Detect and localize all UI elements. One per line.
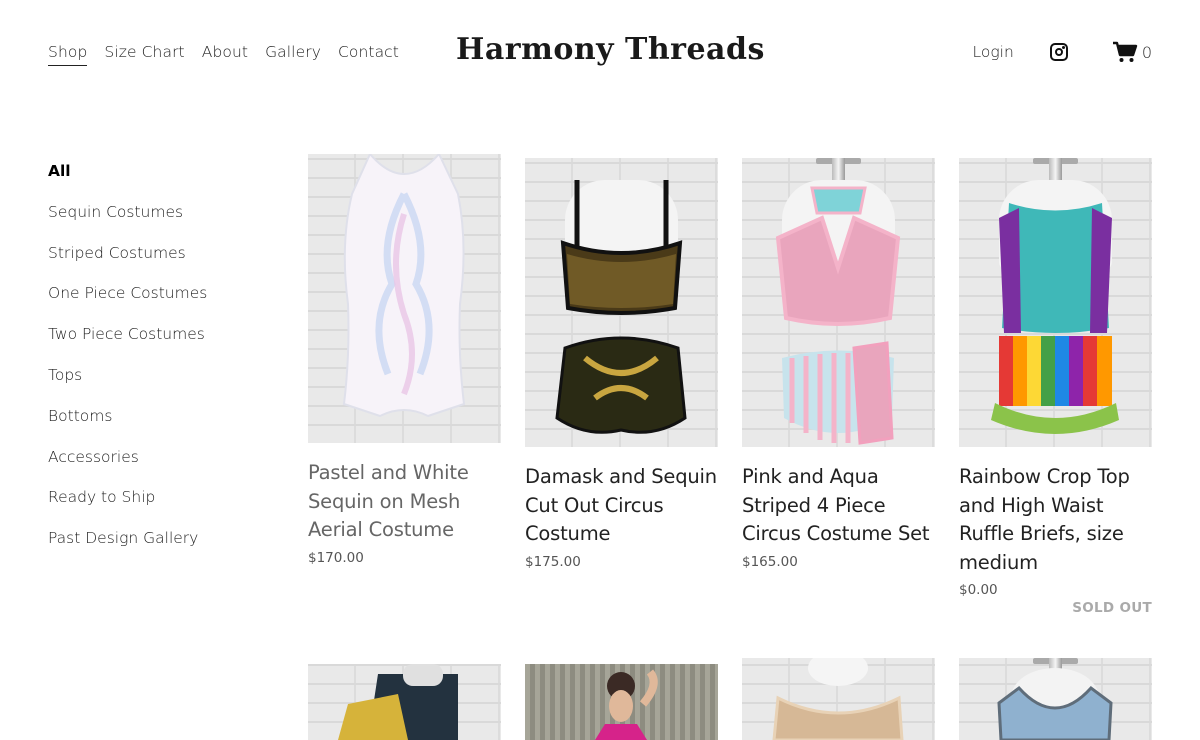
category-bottoms[interactable]: Bottoms	[48, 405, 207, 446]
product-image[interactable]	[959, 658, 1152, 740]
product-price: $0.00	[959, 582, 998, 598]
instagram-icon[interactable]	[1049, 43, 1068, 61]
product-card[interactable]: Damask and Sequin Cut Out Circus Costume…	[525, 158, 718, 570]
nav-gallery[interactable]: Gallery	[265, 43, 321, 66]
shopping-cart-icon	[1112, 41, 1138, 62]
product-card[interactable]	[308, 664, 501, 740]
product-price: $170.00	[308, 549, 364, 566]
category-all[interactable]: All	[48, 160, 207, 201]
site-logo[interactable]: Harmony Threads	[456, 32, 765, 67]
nav-about[interactable]: About	[202, 43, 248, 66]
nav-size-chart[interactable]: Size Chart	[104, 43, 184, 66]
category-sequin-costumes[interactable]: Sequin Costumes	[48, 201, 207, 242]
product-price: $165.00	[742, 553, 798, 570]
category-two-piece-costumes[interactable]: Two Piece Costumes	[48, 323, 207, 364]
product-title[interactable]: Rainbow Crop Top and High Waist Ruffle B…	[959, 463, 1152, 577]
product-image[interactable]	[742, 658, 935, 740]
main-nav: Shop Size Chart About Gallery Contact	[48, 43, 399, 66]
nav-shop[interactable]: Shop	[48, 43, 88, 66]
product-image[interactable]	[959, 158, 1152, 447]
product-card[interactable]: Pastel and White Sequin on Mesh Aerial C…	[308, 154, 501, 566]
product-price: $175.00	[525, 553, 581, 570]
product-title[interactable]: Pastel and White Sequin on Mesh Aerial C…	[308, 459, 501, 545]
product-title[interactable]: Pink and Aqua Striped 4 Piece Circus Cos…	[742, 463, 935, 549]
sold-out-badge: SOLD OUT	[1072, 600, 1152, 616]
category-ready-to-ship[interactable]: Ready to Ship	[48, 486, 207, 527]
nav-contact[interactable]: Contact	[338, 43, 399, 66]
product-card[interactable]	[959, 658, 1152, 740]
product-image[interactable]	[742, 158, 935, 447]
login-link[interactable]: Login	[973, 43, 1014, 61]
cart-button[interactable]: 0	[1112, 41, 1152, 63]
product-card[interactable]: Rainbow Crop Top and High Waist Ruffle B…	[959, 158, 1152, 616]
category-tops[interactable]: Tops	[48, 364, 207, 405]
category-sidebar: All Sequin Costumes Striped Costumes One…	[48, 160, 207, 568]
category-striped-costumes[interactable]: Striped Costumes	[48, 242, 207, 283]
product-image[interactable]	[308, 664, 501, 740]
category-accessories[interactable]: Accessories	[48, 446, 207, 487]
product-card[interactable]	[525, 664, 718, 740]
product-card[interactable]	[742, 658, 935, 740]
product-image[interactable]	[308, 154, 501, 443]
cart-count: 0	[1141, 42, 1152, 62]
product-image[interactable]	[525, 664, 718, 740]
product-title[interactable]: Damask and Sequin Cut Out Circus Costume	[525, 463, 718, 549]
product-card[interactable]: Pink and Aqua Striped 4 Piece Circus Cos…	[742, 158, 935, 570]
category-one-piece-costumes[interactable]: One Piece Costumes	[48, 282, 207, 323]
header-actions: Login 0	[973, 41, 1152, 63]
category-past-design-gallery[interactable]: Past Design Gallery	[48, 527, 207, 568]
product-image[interactable]	[525, 158, 718, 447]
site-header: Shop Size Chart About Gallery Contact Ha…	[0, 0, 1200, 110]
